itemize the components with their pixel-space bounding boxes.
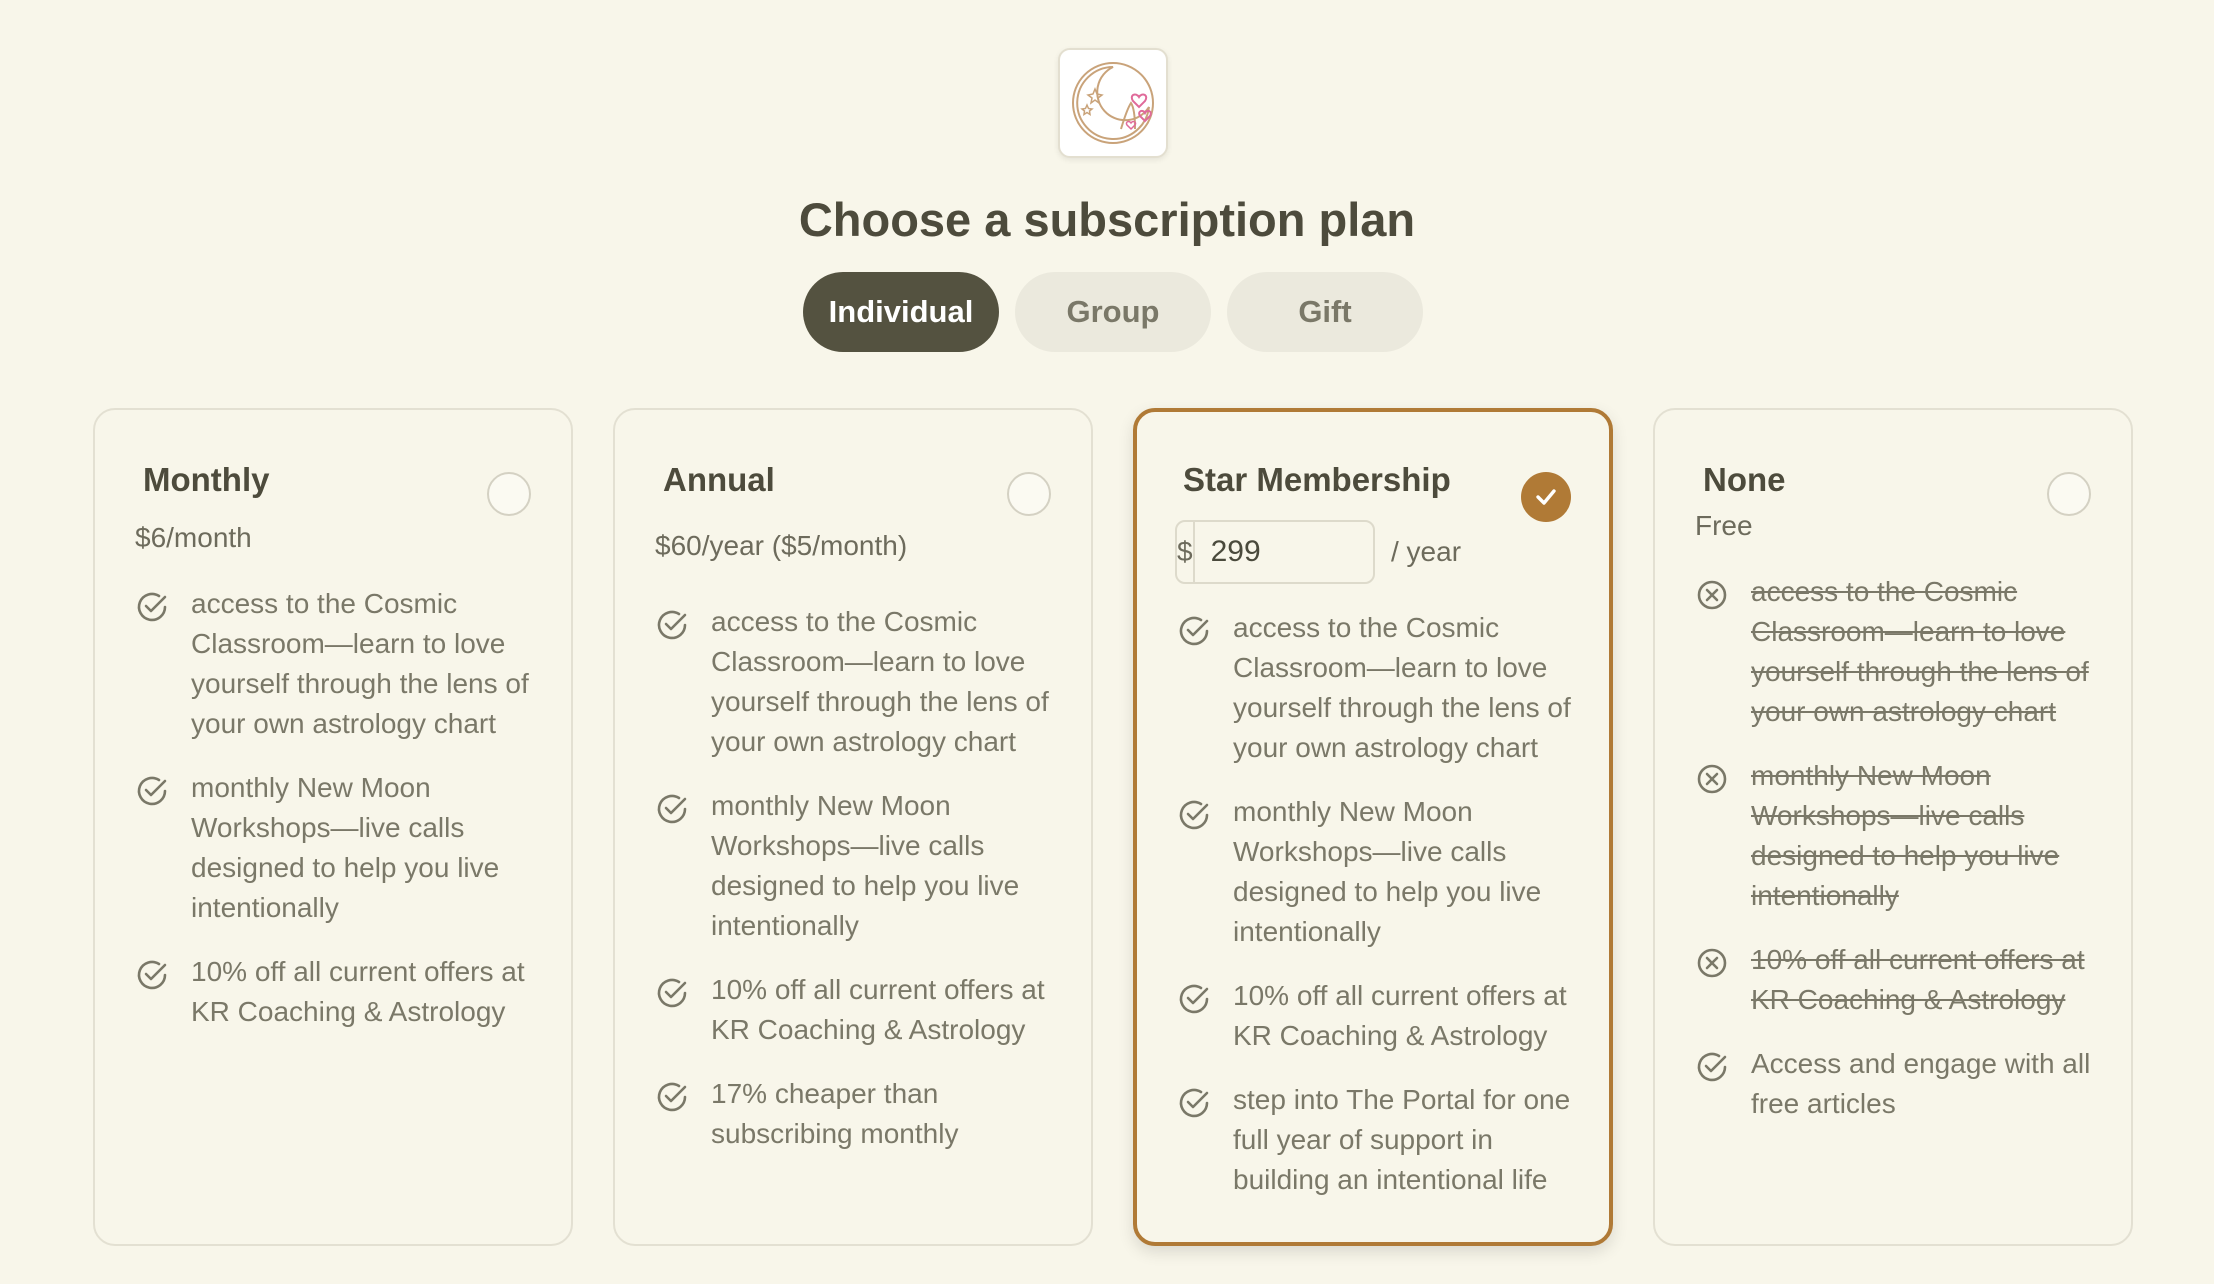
check-circle-icon (657, 794, 687, 824)
feature-item-excluded: access to the Cosmic Classroom—learn to … (1695, 572, 2111, 732)
check-circle-icon (1179, 1088, 1209, 1118)
checkmark-icon (1536, 489, 1556, 505)
check-circle-icon (1179, 984, 1209, 1014)
custom-price-field[interactable]: $ (1175, 520, 1375, 584)
custom-price-row: $ / year (1175, 520, 1461, 584)
feature-text: access to the Cosmic Classroom—learn to … (1751, 576, 2089, 727)
custom-price-input[interactable] (1194, 522, 1373, 582)
feature-text: monthly New Moon Workshops—live calls de… (1233, 796, 1542, 947)
plan-price: $60/year ($5/month) (655, 530, 908, 561)
feature-text: access to the Cosmic Classroom—learn to … (1233, 612, 1571, 763)
feature-text: monthly New Moon Workshops—live calls de… (191, 772, 500, 923)
plan-radio-annual[interactable] (1007, 472, 1051, 516)
feature-item: 10% off all current offers at KR Coachin… (655, 970, 1071, 1050)
plan-name: Star Membership (1183, 461, 1451, 498)
feature-text: step into The Portal for one full year o… (1233, 1084, 1571, 1195)
plan-price: $6/month (135, 522, 252, 553)
feature-text: 17% cheaper than subscribing monthly (711, 1078, 959, 1149)
feature-text: 10% off all current offers at KR Coachin… (1233, 980, 1567, 1051)
feature-item: 17% cheaper than subscribing monthly (655, 1074, 1071, 1154)
plan-card-star-membership[interactable]: Star Membership $ / year access to the C… (1133, 408, 1613, 1246)
x-circle-icon (1697, 580, 1727, 610)
plan-radio-none[interactable] (2047, 472, 2091, 516)
plan-name: None (1703, 461, 1786, 498)
feature-list: access to the Cosmic Classroom—learn to … (655, 602, 1071, 1178)
feature-list: access to the Cosmic Classroom—learn to … (1695, 572, 2111, 1148)
check-circle-icon (1179, 616, 1209, 646)
feature-text: Access and engage with all free articles (1751, 1048, 2091, 1119)
plan-card-annual[interactable]: Annual $60/year ($5/month) access to the… (613, 408, 1093, 1246)
check-circle-icon (137, 592, 167, 622)
feature-item: 10% off all current offers at KR Coachin… (135, 952, 551, 1032)
plan-name: Monthly (143, 461, 270, 498)
feature-item: access to the Cosmic Classroom—learn to … (135, 584, 551, 744)
tab-individual[interactable]: Individual (803, 272, 999, 352)
feature-item: step into The Portal for one full year o… (1177, 1080, 1589, 1200)
plan-radio-monthly[interactable] (487, 472, 531, 516)
plan-price: Free (1695, 510, 1753, 541)
feature-text: access to the Cosmic Classroom—learn to … (191, 588, 529, 739)
check-circle-icon (657, 1082, 687, 1112)
feature-item: monthly New Moon Workshops—live calls de… (1177, 792, 1589, 952)
tab-group[interactable]: Group (1015, 272, 1211, 352)
price-unit: / year (1391, 536, 1462, 567)
check-circle-icon (1697, 1052, 1727, 1082)
currency-symbol: $ (1177, 522, 1195, 582)
check-circle-icon (657, 610, 687, 640)
tab-gift[interactable]: Gift (1227, 272, 1423, 352)
feature-item: access to the Cosmic Classroom—learn to … (655, 602, 1071, 762)
plan-type-tabs: Individual Group Gift (803, 272, 1423, 352)
plan-card-none[interactable]: None Free access to the Cosmic Classroom… (1653, 408, 2133, 1246)
feature-text: access to the Cosmic Classroom—learn to … (711, 606, 1049, 757)
check-circle-icon (657, 978, 687, 1008)
feature-item-excluded: monthly New Moon Workshops—live calls de… (1695, 756, 2111, 916)
logo (1058, 48, 1168, 158)
feature-text: 10% off all current offers at KR Coachin… (711, 974, 1045, 1045)
plan-card-monthly[interactable]: Monthly $6/month access to the Cosmic Cl… (93, 408, 573, 1246)
plan-name: Annual (663, 461, 775, 498)
page-title: Choose a subscription plan (798, 193, 1416, 246)
check-circle-icon (137, 776, 167, 806)
check-circle-icon (1179, 800, 1209, 830)
feature-item-excluded: 10% off all current offers at KR Coachin… (1695, 940, 2111, 1020)
feature-text: 10% off all current offers at KR Coachin… (1751, 944, 2085, 1015)
feature-item: monthly New Moon Workshops—live calls de… (655, 786, 1071, 946)
feature-item: 10% off all current offers at KR Coachin… (1177, 976, 1589, 1056)
crescent-moon-astrology-logo-icon (1072, 62, 1154, 144)
plan-radio-star-membership[interactable] (1521, 472, 1571, 522)
x-circle-icon (1697, 764, 1727, 794)
check-circle-icon (137, 960, 167, 990)
feature-list: access to the Cosmic Classroom—learn to … (135, 584, 551, 1056)
feature-item: monthly New Moon Workshops—live calls de… (135, 768, 551, 928)
feature-item: access to the Cosmic Classroom—learn to … (1177, 608, 1589, 768)
feature-list: access to the Cosmic Classroom—learn to … (1177, 608, 1589, 1224)
feature-text: 10% off all current offers at KR Coachin… (191, 956, 525, 1027)
feature-text: monthly New Moon Workshops—live calls de… (711, 790, 1020, 941)
x-circle-icon (1697, 948, 1727, 978)
feature-text: monthly New Moon Workshops—live calls de… (1751, 760, 2060, 911)
feature-item: Access and engage with all free articles (1695, 1044, 2111, 1124)
